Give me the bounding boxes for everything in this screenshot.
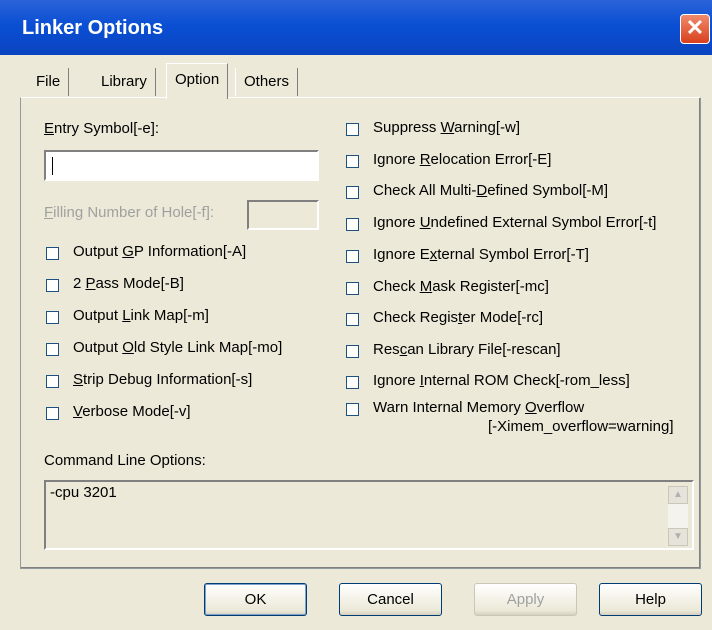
- checkbox-check-mask[interactable]: [346, 282, 359, 295]
- checkbox-2-pass[interactable]: [46, 279, 59, 292]
- help-button[interactable]: Help: [599, 583, 702, 616]
- cancel-button[interactable]: Cancel: [339, 583, 442, 616]
- entry-symbol-input[interactable]: [44, 150, 319, 181]
- filling-number-label: Filling Number of Hole[-f]:: [44, 204, 215, 221]
- command-line-label: Command Line Options:: [44, 452, 206, 469]
- checkbox-verbose[interactable]: [46, 407, 59, 420]
- checkbox-ignore-internal-rom[interactable]: [346, 376, 359, 389]
- window-title: Linker Options: [22, 17, 164, 39]
- ok-button[interactable]: OK: [204, 583, 307, 616]
- checkbox-ignore-undefined[interactable]: [346, 218, 359, 231]
- option-label: Check Mask Register[-mc]: [373, 278, 549, 295]
- option-label: Check All Multi-Defined Symbol[-M]: [373, 182, 609, 199]
- checkbox-rescan-library[interactable]: [346, 345, 359, 358]
- text-caret: [52, 157, 53, 175]
- tab-file[interactable]: File: [28, 68, 70, 96]
- option-label: Strip Debug Information[-s]: [73, 371, 253, 388]
- title-bar: Linker Options ✕: [0, 0, 712, 55]
- apply-button: Apply: [474, 583, 577, 616]
- option-label: Ignore Internal ROM Check[-rom_less]: [373, 372, 630, 389]
- scroll-up-icon[interactable]: ▲: [668, 486, 688, 504]
- tab-others[interactable]: Others: [235, 68, 299, 96]
- checkbox-check-register-mode[interactable]: [346, 313, 359, 326]
- tab-library[interactable]: Library: [93, 68, 156, 96]
- option-label-line2: [-Ximem_overflow=warning]: [488, 418, 674, 435]
- checkbox-output-gp[interactable]: [46, 247, 59, 260]
- scroll-down-icon[interactable]: ▼: [668, 528, 688, 546]
- option-label: Suppress Warning[-w]: [373, 119, 521, 136]
- option-label: Ignore Undefined External Symbol Error[-…: [373, 214, 657, 231]
- option-label: Ignore Relocation Error[-E]: [373, 151, 552, 168]
- option-label: Ignore External Symbol Error[-T]: [373, 246, 589, 263]
- checkbox-warn-memory-overflow[interactable]: [346, 403, 359, 416]
- checkbox-strip-debug[interactable]: [46, 375, 59, 388]
- checkbox-check-multi-defined[interactable]: [346, 186, 359, 199]
- option-label: Check Register Mode[-rc]: [373, 309, 544, 326]
- entry-symbol-label: Entry Symbol[-e]:: [44, 120, 160, 137]
- scrollbar[interactable]: ▲ ▼: [668, 486, 688, 546]
- option-label: Verbose Mode[-v]: [73, 403, 191, 420]
- option-label: Output GP Information[-A]: [73, 243, 247, 260]
- checkbox-suppress-warning[interactable]: [346, 123, 359, 136]
- checkbox-ignore-relocation[interactable]: [346, 155, 359, 168]
- option-label: Output Old Style Link Map[-mo]: [73, 339, 283, 356]
- command-line-value: -cpu 3201: [50, 484, 117, 501]
- checkbox-ignore-external[interactable]: [346, 250, 359, 263]
- close-icon[interactable]: ✕: [680, 14, 710, 44]
- checkbox-link-map[interactable]: [46, 311, 59, 324]
- tab-option[interactable]: Option: [166, 63, 229, 99]
- option-label: 2 Pass Mode[-B]: [73, 275, 184, 292]
- option-label: Output Link Map[-m]: [73, 307, 209, 324]
- option-label: Warn Internal Memory Overflow: [373, 399, 585, 416]
- filling-number-input: [247, 200, 319, 230]
- command-line-textarea: -cpu 3201 ▲ ▼: [44, 480, 694, 550]
- option-label: Rescan Library File[-rescan]: [373, 341, 561, 358]
- checkbox-old-style-map[interactable]: [46, 343, 59, 356]
